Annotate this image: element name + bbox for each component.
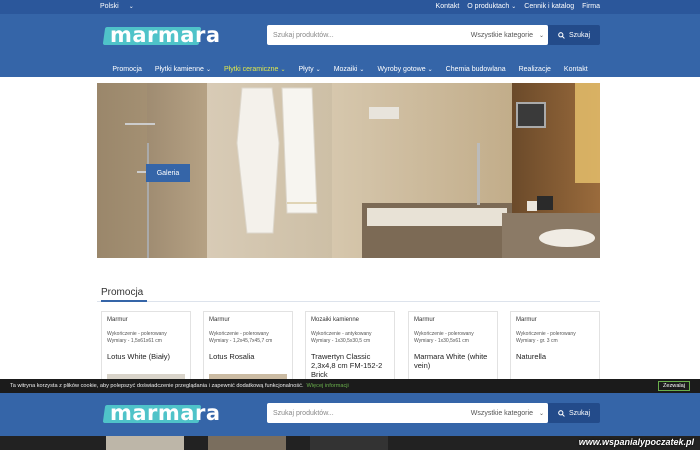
search-input[interactable]: Szukaj produktów... bbox=[267, 410, 471, 417]
product-card[interactable]: Marmur Wykończenie - polerowany Wymiary … bbox=[408, 311, 498, 386]
search-icon bbox=[558, 31, 565, 39]
nav-item-plytki-ceramiczne[interactable]: Płytki ceramiczne ⌄ bbox=[224, 61, 286, 77]
nav-item-plytki-kamienne[interactable]: Płytki kamienne ⌄ bbox=[155, 61, 211, 77]
top-bar: Polski ⌄ Kontakt O produktach ⌄ Cennik i… bbox=[0, 0, 700, 14]
chevron-down-icon: ⌄ bbox=[511, 4, 517, 10]
product-finish: Wykończenie - polerowany bbox=[516, 331, 576, 337]
nav-item-label: Chemia budowlana bbox=[445, 65, 506, 73]
chevron-down-icon: ⌄ bbox=[280, 66, 286, 73]
nav-item-label: Kontakt bbox=[563, 65, 588, 73]
cookie-text-wrap: Ta witryna korzysta z plików cookie, aby… bbox=[10, 383, 349, 389]
cookie-more-link[interactable]: Więcej informacji bbox=[307, 383, 349, 389]
nav-item-label: Płyty bbox=[298, 65, 314, 73]
gallery-button[interactable]: Galeria bbox=[146, 164, 190, 182]
cookie-bar: Ta witryna korzysta z plików cookie, aby… bbox=[0, 379, 700, 393]
chevron-down-icon: ⌄ bbox=[205, 66, 211, 73]
product-name[interactable]: Trawertyn Classic 2,3x4,8 cm FM-152-2 Br… bbox=[311, 352, 395, 379]
nav-item-realizacje[interactable]: Realizacje bbox=[519, 61, 551, 77]
nav-item-label: Mozaiki bbox=[333, 65, 358, 73]
promo-title: Promocja bbox=[101, 287, 144, 298]
product-name[interactable]: Marmara White (white vein) bbox=[414, 352, 498, 370]
nav-item-mozaiki[interactable]: Mozaiki ⌄ bbox=[334, 61, 365, 77]
product-category: Marmur bbox=[209, 317, 230, 323]
top-links: Kontakt O produktach ⌄ Cennik i katalog … bbox=[436, 3, 600, 10]
divider bbox=[97, 301, 600, 302]
product-card[interactable]: Marmur Wykończenie - polerowany Wymiary … bbox=[510, 311, 600, 386]
product-dimensions: Wymiary - 1,2x45,7x45,7 cm bbox=[209, 338, 273, 344]
search-button[interactable]: Szukaj bbox=[548, 403, 600, 423]
sticky-header: marmara Szukaj produktów... Wszystkie ka… bbox=[0, 393, 700, 436]
product-category: Marmur bbox=[516, 317, 537, 323]
top-link-cennik[interactable]: Cennik i katalog bbox=[524, 3, 574, 10]
search-button[interactable]: Szukaj bbox=[548, 25, 600, 45]
top-link-firma[interactable]: Firma bbox=[582, 3, 600, 10]
product-dimensions: Wymiary - 1x30,5x30,5 cm bbox=[311, 338, 371, 344]
nav-item-wyroby-gotowe[interactable]: Wyroby gotowe ⌄ bbox=[377, 61, 432, 77]
product-finish: Wykończenie - polerowany bbox=[414, 331, 474, 337]
product-thumbnail bbox=[106, 436, 184, 450]
nav-item-label: Promocja bbox=[112, 65, 142, 73]
nav-item-label: Płytki ceramiczne bbox=[223, 65, 279, 73]
product-dimensions: Wymiary - gr. 3 cm bbox=[516, 338, 558, 344]
product-name[interactable]: Lotus White (Biały) bbox=[107, 352, 191, 361]
product-finish: Wykończenie - polerowany bbox=[107, 331, 167, 337]
header: marmara Szukaj produktów... Wszystkie ka… bbox=[0, 14, 700, 77]
nav-item-promocja[interactable]: Promocja bbox=[112, 61, 142, 77]
search-button-label: Szukaj bbox=[568, 31, 590, 39]
main-nav: Promocja Płytki kamienne ⌄ Płytki ceramic… bbox=[0, 61, 700, 77]
search-input[interactable]: Szukaj produktów... bbox=[267, 32, 471, 39]
top-link-o-produktach[interactable]: O produktach ⌄ bbox=[467, 3, 516, 10]
product-thumbnail bbox=[208, 436, 286, 450]
category-select-label: Wszystkie kategorie bbox=[470, 31, 533, 39]
nav-item-label: Płytki kamienne bbox=[154, 65, 204, 73]
chevron-down-icon: ⌄ bbox=[128, 4, 134, 10]
chevron-down-icon: ⌄ bbox=[427, 66, 433, 73]
search-box: Szukaj produktów... Wszystkie kategorie … bbox=[267, 25, 548, 45]
promo-title-underline bbox=[101, 300, 147, 302]
product-dimensions: Wymiary - 1,5x61x61 cm bbox=[107, 338, 162, 344]
product-category: Marmur bbox=[107, 317, 128, 323]
top-link-kontakt[interactable]: Kontakt bbox=[436, 3, 460, 10]
logo[interactable]: marmara bbox=[110, 401, 221, 425]
product-card[interactable]: Marmur Wykończenie - polerowany Wymiary … bbox=[101, 311, 191, 386]
product-name[interactable]: Naturella bbox=[516, 352, 600, 361]
category-select-label: Wszystkie kategorie bbox=[470, 409, 533, 417]
watermark: www.wspanialypoczatek.pl bbox=[578, 437, 694, 447]
product-card[interactable]: Marmur Wykończenie - polerowany Wymiary … bbox=[203, 311, 293, 386]
page: Polski ⌄ Kontakt O produktach ⌄ Cennik i… bbox=[0, 0, 700, 450]
chevron-down-icon: ⌄ bbox=[538, 410, 544, 417]
nav-item-plyty[interactable]: Płyty ⌄ bbox=[298, 61, 320, 77]
nav-item-kontakt[interactable]: Kontakt bbox=[564, 61, 588, 77]
nav-item-label: Wyroby gotowe bbox=[377, 65, 426, 73]
language-label: Polski bbox=[100, 3, 119, 10]
product-name[interactable]: Lotus Rosalia bbox=[209, 352, 293, 361]
chevron-down-icon: ⌄ bbox=[315, 66, 321, 73]
chevron-down-icon: ⌄ bbox=[359, 66, 365, 73]
category-select[interactable]: Wszystkie kategorie ⌄ bbox=[471, 410, 548, 417]
product-finish: Wykończenie - antykowany bbox=[311, 331, 372, 337]
search-icon bbox=[558, 409, 565, 417]
cookie-text: Ta witryna korzysta z plików cookie, aby… bbox=[10, 382, 304, 389]
search-box: Szukaj produktów... Wszystkie kategorie … bbox=[267, 403, 548, 423]
search-button-label: Szukaj bbox=[568, 409, 590, 417]
logo[interactable]: marmara bbox=[110, 23, 221, 47]
product-finish: Wykończenie - polerowany bbox=[209, 331, 269, 337]
product-thumbnail bbox=[310, 436, 388, 450]
top-link-label: O produktach bbox=[467, 3, 510, 10]
nav-item-chemia-budowlana[interactable]: Chemia budowlana bbox=[446, 61, 506, 77]
language-selector[interactable]: Polski ⌄ bbox=[100, 3, 134, 10]
category-select[interactable]: Wszystkie kategorie ⌄ bbox=[471, 32, 548, 39]
product-category: Mozaiki kamienne bbox=[311, 317, 360, 323]
cookie-accept-button[interactable]: Zezwalaj bbox=[658, 381, 690, 391]
chevron-down-icon: ⌄ bbox=[538, 32, 544, 39]
product-card[interactable]: Mozaiki kamienne Wykończenie - antykowan… bbox=[305, 311, 395, 386]
product-category: Marmur bbox=[414, 317, 435, 323]
nav-item-label: Realizacje bbox=[518, 65, 551, 73]
product-dimensions: Wymiary - 1x30,5x61 cm bbox=[414, 338, 469, 344]
